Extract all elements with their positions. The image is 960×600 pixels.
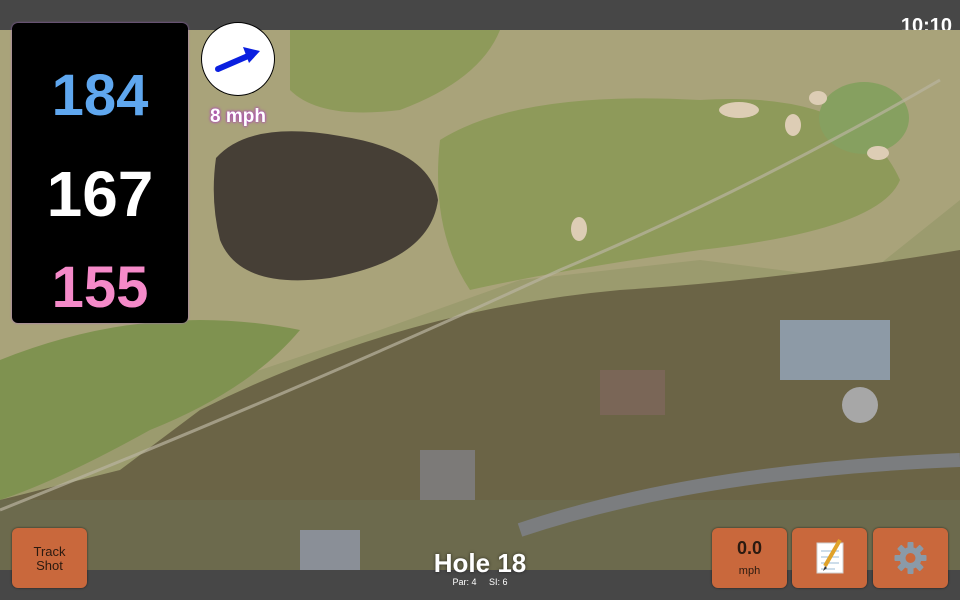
speed-value: 0.0: [736, 538, 763, 558]
hole-info: Par: 4 SI: 6: [380, 577, 580, 587]
distance-panel: 184 167 155: [12, 23, 188, 323]
speed-unit: mph: [738, 565, 761, 577]
distance-middle: 167: [46, 158, 154, 230]
track-shot-label-line2: Shot: [36, 558, 63, 573]
distance-front: 155: [51, 255, 149, 320]
wind-direction-arrow-icon: [215, 47, 260, 72]
track-shot-button[interactable]: Track Shot: [12, 528, 87, 588]
settings-button[interactable]: [873, 528, 948, 588]
wind-indicator: [202, 23, 274, 95]
wind-speed-label: 8 mph: [210, 106, 266, 127]
distance-back: 184: [51, 63, 149, 128]
hole-par: Par: 4: [452, 577, 477, 587]
notepad-icon: [816, 539, 844, 574]
hole-stroke-index: SI: 6: [489, 577, 508, 587]
track-shot-label-line1: Track: [33, 544, 66, 559]
speed-button[interactable]: 0.0 mph: [712, 528, 787, 588]
notes-button[interactable]: [792, 528, 867, 588]
gear-icon: [894, 542, 927, 574]
hole-title: Hole 18: [433, 548, 527, 578]
